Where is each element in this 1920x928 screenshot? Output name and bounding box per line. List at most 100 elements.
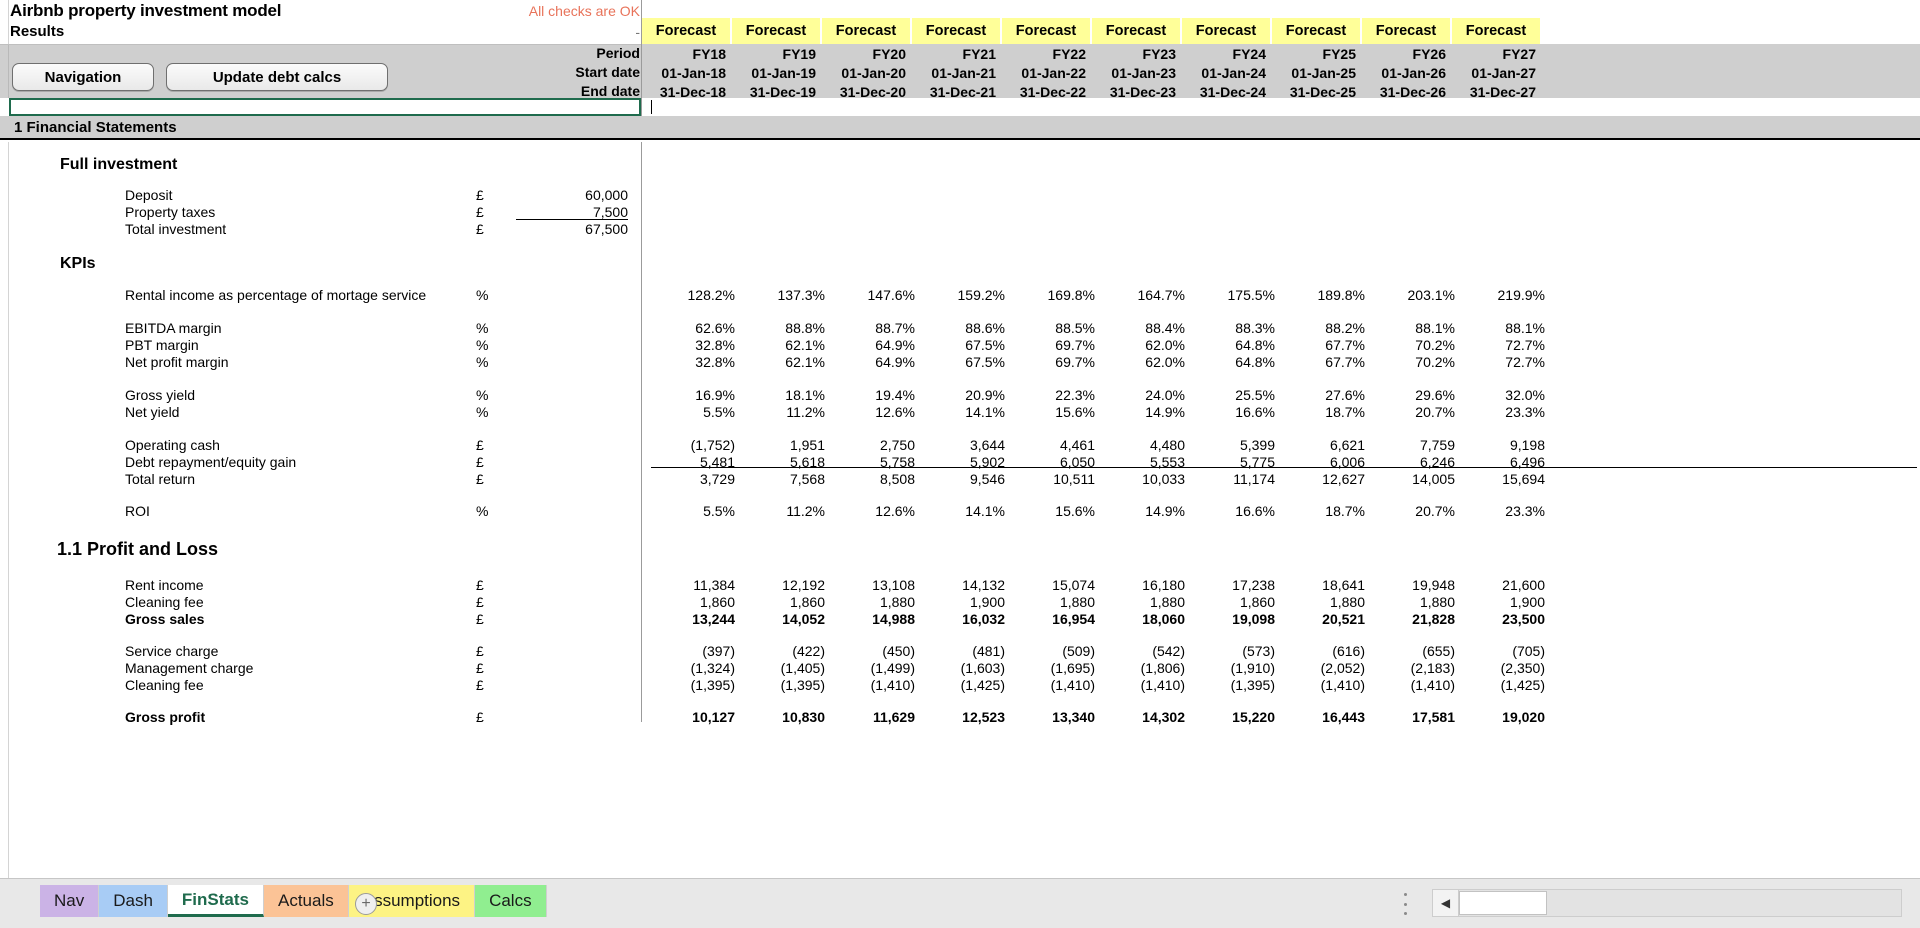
cell-fy27[interactable]: 15,694 <box>1461 471 1549 488</box>
cell-fy20[interactable]: 12.6% <box>831 404 919 421</box>
cell-fy23[interactable]: 1,880 <box>1101 594 1189 611</box>
cell-fy21[interactable]: (1,425) <box>921 677 1009 694</box>
cell-fy23[interactable]: (1,410) <box>1101 677 1189 694</box>
cell-fy25[interactable]: (1,410) <box>1281 677 1369 694</box>
cell-fy27[interactable]: 32.0% <box>1461 387 1549 404</box>
cell-fy24[interactable]: (573) <box>1191 643 1279 660</box>
cell-fy21[interactable]: (1,603) <box>921 660 1009 677</box>
cell-fy18[interactable]: 16.9% <box>651 387 739 404</box>
cell-fy18[interactable]: 5,481 <box>651 454 739 471</box>
cell-fy21[interactable]: 1,900 <box>921 594 1009 611</box>
cell-fy21[interactable]: 3,644 <box>921 437 1009 454</box>
cell-fy25[interactable]: 1,880 <box>1281 594 1369 611</box>
cell-fy22[interactable]: 22.3% <box>1011 387 1099 404</box>
cell-fy20[interactable]: (1,410) <box>831 677 919 694</box>
cell-fy19[interactable]: 88.8% <box>741 320 829 337</box>
cell-fy21[interactable]: 12,523 <box>921 709 1009 726</box>
cell-fy26[interactable]: 21,828 <box>1371 611 1459 628</box>
cell-fy27[interactable]: 6,496 <box>1461 454 1549 471</box>
cell-fy26[interactable]: 14,005 <box>1371 471 1459 488</box>
scroll-left-arrow-icon[interactable]: ◀ <box>1433 890 1459 916</box>
cell-fy26[interactable]: 203.1% <box>1371 287 1459 304</box>
cell-fy26[interactable]: 20.7% <box>1371 404 1459 421</box>
cell-fy26[interactable]: 1,880 <box>1371 594 1459 611</box>
cell-fy21[interactable]: (481) <box>921 643 1009 660</box>
cell-fy18[interactable]: 13,244 <box>651 611 739 628</box>
cell-fy18[interactable]: 1,860 <box>651 594 739 611</box>
cell-fy23[interactable]: 14.9% <box>1101 503 1189 520</box>
cell-fy27[interactable]: 23.3% <box>1461 503 1549 520</box>
cell-fy25[interactable]: 18,641 <box>1281 577 1369 594</box>
cell-fy26[interactable]: 20.7% <box>1371 503 1459 520</box>
cell-fy27[interactable]: 23,500 <box>1461 611 1549 628</box>
cell-fy26[interactable]: 17,581 <box>1371 709 1459 726</box>
update-debt-calcs-button[interactable]: Update debt calcs <box>166 63 388 91</box>
cell-fy21[interactable]: 67.5% <box>921 354 1009 371</box>
cell-fy27[interactable]: (705) <box>1461 643 1549 660</box>
cell-fy22[interactable]: 169.8% <box>1011 287 1099 304</box>
cell-fy18[interactable]: 32.8% <box>651 354 739 371</box>
horizontal-scrollbar[interactable]: ◀ <box>1432 889 1902 917</box>
cell-fy18[interactable]: 62.6% <box>651 320 739 337</box>
cell-fy22[interactable]: (1,695) <box>1011 660 1099 677</box>
cell-fy24[interactable]: 64.8% <box>1191 354 1279 371</box>
cell-fy19[interactable]: (422) <box>741 643 829 660</box>
cell-fy27[interactable]: (1,425) <box>1461 677 1549 694</box>
cell-fy26[interactable]: 6,246 <box>1371 454 1459 471</box>
cell-fy23[interactable]: 14.9% <box>1101 404 1189 421</box>
cell-fy27[interactable]: 72.7% <box>1461 337 1549 354</box>
cell-fy21[interactable]: 9,546 <box>921 471 1009 488</box>
cell-fy25[interactable]: 27.6% <box>1281 387 1369 404</box>
navigation-button[interactable]: Navigation <box>12 63 154 91</box>
cell-fy21[interactable]: 16,032 <box>921 611 1009 628</box>
cell-fy27[interactable]: 72.7% <box>1461 354 1549 371</box>
cell-fy18[interactable]: 5.5% <box>651 503 739 520</box>
cell-fy25[interactable]: 6,621 <box>1281 437 1369 454</box>
cell-fy23[interactable]: (542) <box>1101 643 1189 660</box>
cell-fy25[interactable]: 6,006 <box>1281 454 1369 471</box>
cell-fy24[interactable]: 15,220 <box>1191 709 1279 726</box>
cell-fy19[interactable]: 14,052 <box>741 611 829 628</box>
add-sheet-button[interactable]: + <box>355 893 377 915</box>
cell-fy25[interactable]: 18.7% <box>1281 404 1369 421</box>
cell-fy21[interactable]: 67.5% <box>921 337 1009 354</box>
cell-fy24[interactable]: 5,399 <box>1191 437 1279 454</box>
cell-fy27[interactable]: 219.9% <box>1461 287 1549 304</box>
cell-fy20[interactable]: 1,880 <box>831 594 919 611</box>
cell-fy21[interactable]: 20.9% <box>921 387 1009 404</box>
cell-fy24[interactable]: 25.5% <box>1191 387 1279 404</box>
cell-fy19[interactable]: 11.2% <box>741 404 829 421</box>
cell-fy22[interactable]: 88.5% <box>1011 320 1099 337</box>
cell-fy20[interactable]: 2,750 <box>831 437 919 454</box>
cell-fy26[interactable]: 19,948 <box>1371 577 1459 594</box>
cell-fy22[interactable]: 15.6% <box>1011 404 1099 421</box>
cell-fy27[interactable]: 9,198 <box>1461 437 1549 454</box>
cell-fy22[interactable]: (509) <box>1011 643 1099 660</box>
cell-fy19[interactable]: 11.2% <box>741 503 829 520</box>
cell-fy18[interactable]: 128.2% <box>651 287 739 304</box>
cell-fy23[interactable]: 88.4% <box>1101 320 1189 337</box>
cell-fy25[interactable]: 67.7% <box>1281 354 1369 371</box>
cell-fy20[interactable]: (1,499) <box>831 660 919 677</box>
cell-fy25[interactable]: (2,052) <box>1281 660 1369 677</box>
cell-fy24[interactable]: 64.8% <box>1191 337 1279 354</box>
cell-fy19[interactable]: 10,830 <box>741 709 829 726</box>
cell-fy21[interactable]: 159.2% <box>921 287 1009 304</box>
cell-fy19[interactable]: 1,951 <box>741 437 829 454</box>
cell-fy26[interactable]: 7,759 <box>1371 437 1459 454</box>
cell-fy26[interactable]: 70.2% <box>1371 337 1459 354</box>
cell-fy26[interactable]: 88.1% <box>1371 320 1459 337</box>
cell-fy24[interactable]: 175.5% <box>1191 287 1279 304</box>
cell-fy19[interactable]: (1,395) <box>741 677 829 694</box>
cell-fy22[interactable]: 13,340 <box>1011 709 1099 726</box>
cell-fy18[interactable]: 11,384 <box>651 577 739 594</box>
cell-fy23[interactable]: 62.0% <box>1101 354 1189 371</box>
cell-fy27[interactable]: (2,350) <box>1461 660 1549 677</box>
cell-fy20[interactable]: 19.4% <box>831 387 919 404</box>
cell-fy22[interactable]: (1,410) <box>1011 677 1099 694</box>
cell-fy23[interactable]: 18,060 <box>1101 611 1189 628</box>
cell-fy19[interactable]: 5,618 <box>741 454 829 471</box>
cell-fy20[interactable]: 64.9% <box>831 354 919 371</box>
selected-cell-range[interactable] <box>9 98 641 116</box>
cell-fy23[interactable]: 164.7% <box>1101 287 1189 304</box>
